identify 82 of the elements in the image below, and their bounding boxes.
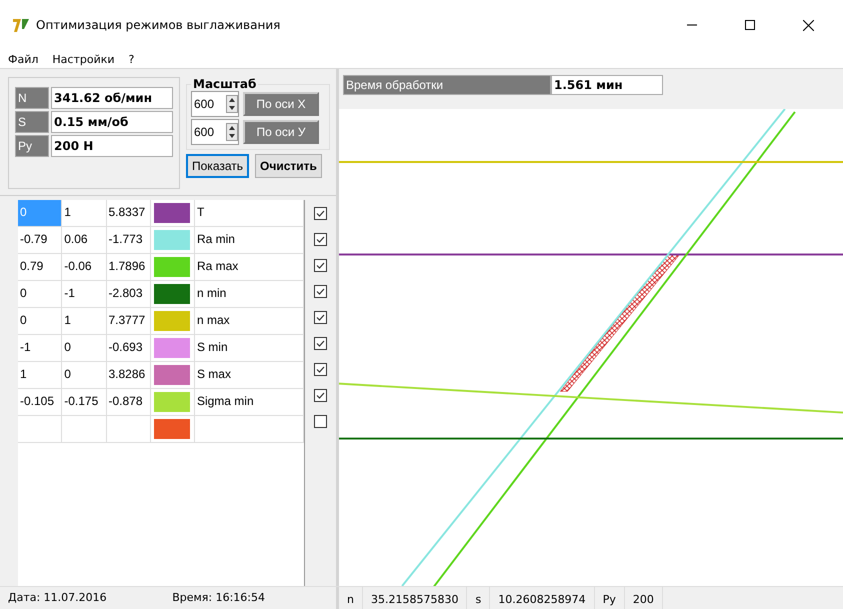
status-cell: Py — [594, 587, 625, 609]
color-swatch[interactable] — [154, 392, 190, 412]
close-icon — [802, 20, 814, 30]
app-logo-icon — [12, 17, 30, 33]
table-cell: -0.105 — [18, 389, 62, 415]
table-cell: -0.79 — [18, 227, 62, 253]
status-text: Время: 16:16:54 — [171, 590, 266, 606]
color-swatch[interactable] — [154, 230, 190, 250]
maximize-icon — [745, 20, 755, 30]
status-cell: 35.2158575830 — [362, 587, 468, 609]
color-swatch[interactable] — [154, 311, 190, 331]
parameter-value: 341.62 об/мин — [51, 87, 173, 109]
menu-item[interactable]: ? — [126, 52, 136, 66]
table-cell: -0.06 — [62, 254, 106, 280]
checked-checkbox[interactable] — [314, 206, 326, 220]
table-cell: -1 — [62, 281, 106, 307]
table-cell: S max — [194, 362, 304, 388]
table-cell: 7.3777 — [106, 308, 151, 334]
checked-checkbox[interactable] — [314, 258, 326, 272]
window-title: Оптимизация режимов выглаживания — [36, 18, 282, 32]
action-button[interactable]: Очистить — [255, 154, 322, 178]
menu-item[interactable]: Файл — [6, 52, 40, 66]
table-cell: Ra min — [194, 227, 304, 253]
table-cell: -0.175 — [62, 389, 106, 415]
time-value: 1.561 мин — [551, 75, 663, 95]
axis-button[interactable]: По оси У — [243, 120, 319, 144]
table-cell: 0 — [18, 200, 62, 226]
color-swatch[interactable] — [154, 419, 190, 439]
table-cell: -1.773 — [106, 227, 151, 253]
parameter-label: Py — [15, 135, 49, 157]
table-cell: 1 — [62, 200, 106, 226]
menu-item[interactable]: Настройки — [50, 52, 117, 66]
parameter-label: S — [15, 111, 49, 133]
checked-checkbox[interactable] — [314, 362, 326, 376]
table-cell: 1.7896 — [106, 254, 151, 280]
parameter-value: 0.15 мм/об — [51, 111, 173, 133]
axis-button[interactable]: По оси X — [243, 92, 319, 116]
checkbox[interactable] — [314, 414, 326, 428]
table-cell: 0.06 — [62, 227, 106, 253]
table-cell: 5.8337 — [106, 200, 151, 226]
table-cell: -0.693 — [106, 335, 151, 361]
action-button[interactable]: Показать — [186, 154, 250, 178]
spin-arrows-icon[interactable] — [226, 95, 238, 113]
table-cell: S min — [194, 335, 304, 361]
table-cell: -0.878 — [106, 389, 151, 415]
status-text: Дата: 11.07.2016 — [7, 590, 108, 606]
group-title: Масштаб — [192, 77, 258, 91]
table-cell: n max — [194, 308, 304, 334]
table-cell: 0.79 — [18, 254, 62, 280]
table-cell: n min — [194, 281, 304, 307]
color-swatch[interactable] — [154, 338, 190, 358]
checked-checkbox[interactable] — [314, 232, 326, 246]
parameter-label: N — [15, 87, 49, 109]
spin-field[interactable]: 600 — [191, 119, 239, 145]
color-swatch[interactable] — [154, 284, 190, 304]
checked-checkbox[interactable] — [314, 388, 326, 402]
table-cell: 1 — [18, 362, 62, 388]
table-cell: 0 — [18, 281, 62, 307]
time-label: Время обработки — [343, 75, 551, 95]
table-cell: -2.803 — [106, 281, 151, 307]
spin-arrows-icon[interactable] — [226, 123, 238, 141]
table-cell: T — [194, 200, 304, 226]
table-cell: 0 — [62, 362, 106, 388]
table-cell: 0 — [18, 308, 62, 334]
checked-checkbox[interactable] — [314, 310, 326, 324]
parameter-value: 200 Н — [51, 135, 173, 157]
status-cell: n — [339, 587, 363, 609]
table-cell: Sigma min — [194, 389, 304, 415]
color-swatch[interactable] — [154, 257, 190, 277]
spin-field[interactable]: 600 — [191, 91, 239, 117]
table-cell: Ra max — [194, 254, 304, 280]
checked-checkbox[interactable] — [314, 336, 326, 350]
table-cell: 3.8286 — [106, 362, 151, 388]
status-cell: 10.2608258974 — [490, 587, 595, 609]
table-cell: 1 — [62, 308, 106, 334]
status-cell: 200 — [624, 587, 663, 609]
status-cell: s — [467, 587, 490, 609]
color-swatch[interactable] — [154, 365, 190, 385]
table-cell: 0 — [62, 335, 106, 361]
table-cell: -1 — [18, 335, 62, 361]
color-swatch[interactable] — [154, 203, 190, 223]
checked-checkbox[interactable] — [314, 284, 326, 298]
